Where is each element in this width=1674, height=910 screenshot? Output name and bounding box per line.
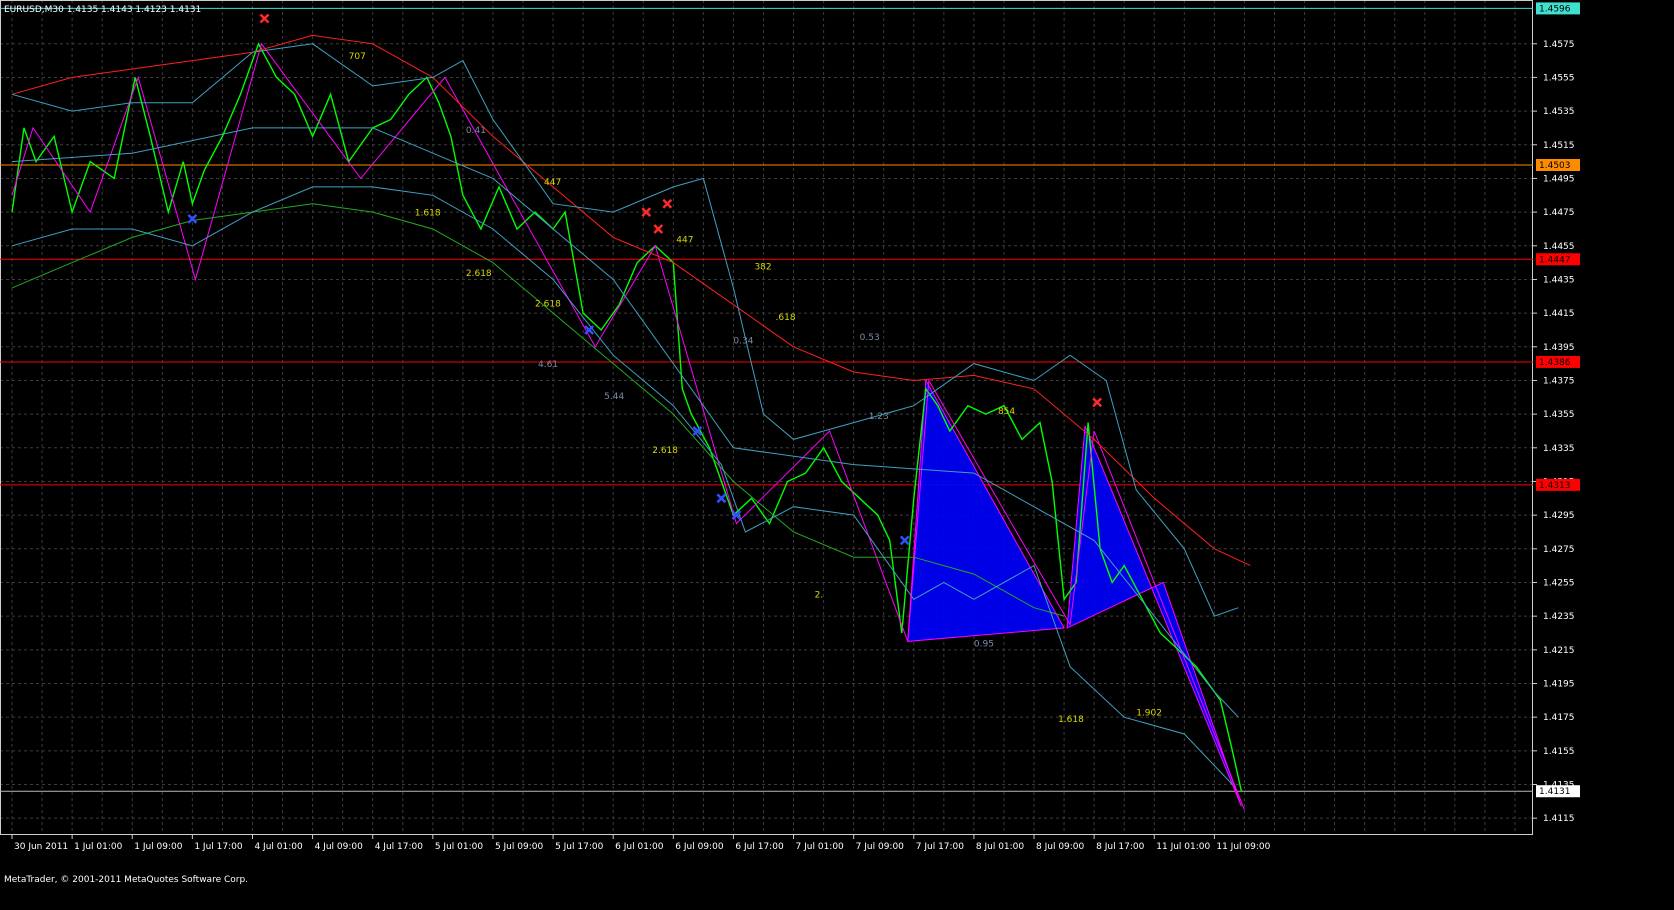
y-tick-label: 1.4415 — [1543, 309, 1575, 319]
fib-label: 854 — [998, 407, 1015, 417]
fib-label: 0.95 — [974, 639, 994, 649]
price-tag-label: 1.4503 — [1539, 161, 1571, 171]
x-tick-label: 1 Jul 09:00 — [134, 842, 183, 852]
x-tick-label: 8 Jul 09:00 — [1036, 842, 1085, 852]
fib-label: 4.61 — [538, 360, 558, 370]
x-tick-label: 7 Jul 09:00 — [856, 842, 905, 852]
y-tick-label: 1.4155 — [1543, 747, 1575, 757]
x-tick-label: 1 Jul 17:00 — [194, 842, 243, 852]
fib-label: .618 — [776, 313, 796, 323]
y-tick-label: 1.4555 — [1543, 73, 1575, 83]
x-tick-label: 11 Jul 01:00 — [1156, 842, 1210, 852]
y-tick-label: 1.4255 — [1543, 578, 1575, 588]
x-tick-label: 7 Jul 17:00 — [916, 842, 965, 852]
x-tick-label: 5 Jul 09:00 — [495, 842, 544, 852]
fib-label: 2. — [815, 591, 824, 601]
fib-label: 1.902 — [1136, 708, 1162, 718]
fib-label: 0.34 — [733, 336, 753, 346]
y-tick-label: 1.4175 — [1543, 713, 1575, 723]
fib-label: 382 — [754, 262, 771, 272]
fib-label: 707 — [349, 52, 366, 62]
price-tag-label: 1.4596 — [1539, 4, 1571, 14]
y-tick-label: 1.4355 — [1543, 410, 1575, 420]
x-tick-label: 4 Jul 01:00 — [254, 842, 303, 852]
y-tick-label: 1.4275 — [1543, 545, 1575, 555]
y-tick-label: 1.4235 — [1543, 612, 1575, 622]
x-tick-label: 8 Jul 17:00 — [1096, 842, 1145, 852]
x-tick-label: 6 Jul 01:00 — [615, 842, 664, 852]
y-tick-label: 1.4575 — [1543, 40, 1575, 50]
fib-label: 2.618 — [652, 446, 678, 456]
x-tick-label: 8 Jul 01:00 — [976, 842, 1025, 852]
copyright-text: MetaTrader, © 2001-2011 MetaQuotes Softw… — [4, 875, 248, 885]
y-tick-label: 1.4515 — [1543, 141, 1575, 151]
fib-label: 447 — [676, 235, 693, 245]
fib-label: 1.23 — [869, 412, 889, 422]
price-tag-label: 1.4313 — [1539, 481, 1571, 491]
fib-label: 1.618 — [415, 208, 441, 218]
y-tick-label: 1.4295 — [1543, 511, 1575, 521]
y-tick-label: 1.4435 — [1543, 275, 1575, 285]
y-tick-label: 1.4335 — [1543, 444, 1575, 454]
x-tick-label: 6 Jul 17:00 — [735, 842, 784, 852]
x-tick-label: 7 Jul 01:00 — [796, 842, 845, 852]
x-tick-label: 5 Jul 01:00 — [435, 842, 484, 852]
x-tick-label: 5 Jul 17:00 — [555, 842, 604, 852]
y-tick-label: 1.4455 — [1543, 242, 1575, 252]
y-tick-label: 1.4475 — [1543, 208, 1575, 218]
fib-label: 2.618 — [466, 269, 492, 279]
fib-label: 5.44 — [604, 392, 624, 402]
x-tick-label: 1 Jul 01:00 — [74, 842, 123, 852]
fib-label: 0.41 — [466, 126, 486, 136]
y-tick-label: 1.4375 — [1543, 376, 1575, 386]
fib-label: 1.618 — [1058, 715, 1084, 725]
x-tick-label: 11 Jul 09:00 — [1216, 842, 1270, 852]
x-tick-label: 4 Jul 09:00 — [315, 842, 364, 852]
x-tick-label: 6 Jul 09:00 — [675, 842, 724, 852]
y-tick-label: 1.4535 — [1543, 107, 1575, 117]
y-tick-label: 1.4115 — [1543, 814, 1575, 824]
price-chart[interactable]: 707 0.41 447 1.618 447 382 2.618 2.618 .618 0.53 0… — [0, 0, 1674, 910]
x-tick-label: 4 Jul 17:00 — [375, 842, 424, 852]
y-tick-label: 1.4395 — [1543, 343, 1575, 353]
chart-background — [0, 0, 1674, 910]
y-tick-label: 1.4195 — [1543, 679, 1575, 689]
fib-label: 447 — [544, 178, 561, 188]
price-tag-label: 1.4386 — [1539, 358, 1571, 368]
price-tag-label: 1.4447 — [1539, 255, 1571, 265]
y-tick-label: 1.4215 — [1543, 646, 1575, 656]
fib-label: 0.53 — [860, 333, 880, 343]
symbol-info: EURUSD,M30 1.4135 1.4143 1.4123 1.4131 — [4, 5, 201, 15]
y-tick-label: 1.4495 — [1543, 174, 1575, 184]
fib-label: 2.618 — [535, 299, 561, 309]
price-tag-label: 1.4131 — [1539, 787, 1571, 797]
x-tick-label: 30 Jun 2011 — [14, 842, 68, 852]
